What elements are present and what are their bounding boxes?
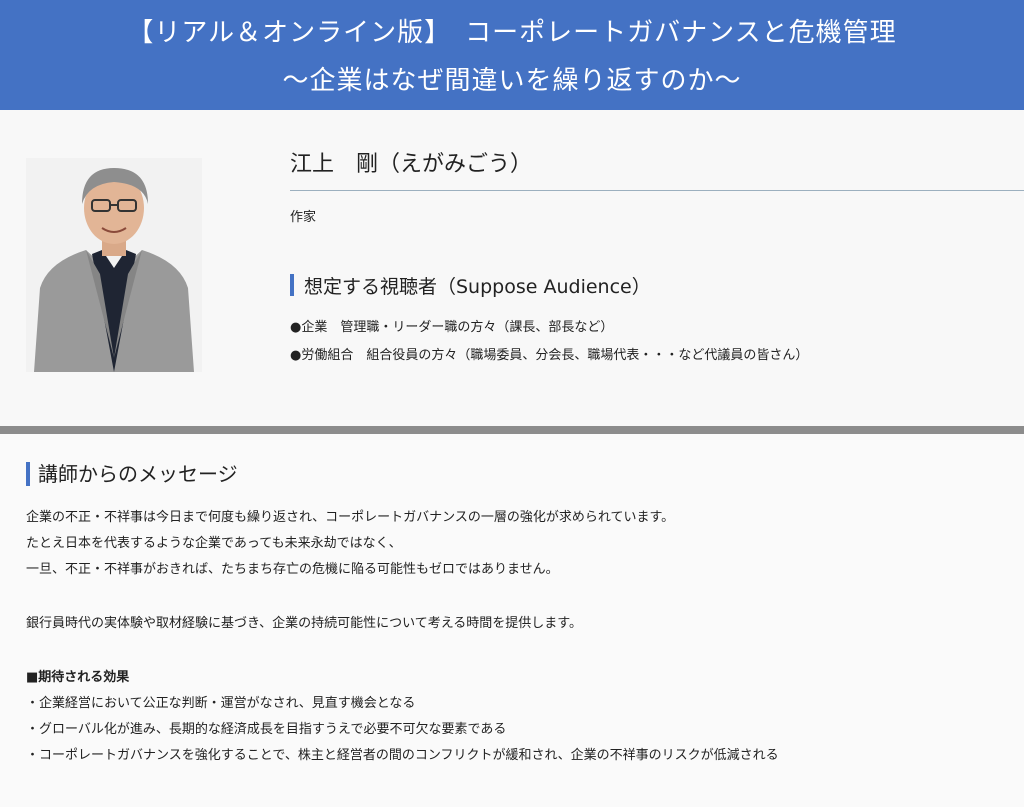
audience-heading-accent [290,274,294,296]
speaker-profile: 江上 剛（えがみごう） 作家 想定する視聴者（Suppose Audience）… [0,110,1024,426]
message-line: 企業の不正・不祥事は今日まで何度も繰り返され、コーポレートガバナンスの一層の強化… [26,510,675,525]
section-divider [0,426,1024,434]
audience-item: ●企業 管理職・リーダー職の方々（課長、部長など） [290,320,614,335]
page-title: 【リアル＆オンライン版】 コーポレートガバナンスと危機管理 [127,18,897,48]
page-subtitle: ～企業はなぜ間違いを繰り返すのか～ [282,66,742,96]
message-heading: 講師からのメッセージ [38,462,238,486]
speaker-name: 江上 剛（えがみごう） [290,152,533,177]
name-divider [290,190,1024,191]
speaker-photo [26,158,202,372]
message-heading-accent [26,462,30,486]
instructor-message: 講師からのメッセージ 企業の不正・不祥事は今日まで何度も繰り返され、コーポレート… [0,434,1024,807]
page-header: 【リアル＆オンライン版】 コーポレートガバナンスと危機管理 ～企業はなぜ間違いを… [0,0,1024,110]
effects-heading: ■期待される効果 [26,670,130,685]
effect-item: ・企業経営において公正な判断・運営がなされ、見直す機会となる [26,696,416,711]
effect-item: ・グローバル化が進み、長期的な経済成長を目指すうえで必要不可欠な要素である [26,722,507,737]
message-line: 銀行員時代の実体験や取材経験に基づき、企業の持続可能性について考える時間を提供し… [26,616,583,631]
message-line: たとえ日本を代表するような企業であっても未来永劫ではなく、 [26,536,402,551]
audience-heading: 想定する視聴者（Suppose Audience） [304,276,651,298]
speaker-occupation: 作家 [290,210,317,225]
message-line: 一旦、不正・不祥事がおきれば、たちまち存亡の危機に陥る可能性もゼロではありません… [26,562,559,577]
effect-item: ・コーポレートガバナンスを強化することで、株主と経営者の間のコンフリクトが緩和さ… [26,748,779,763]
audience-item: ●労働組合 組合役員の方々（職場委員、分会長、職場代表・・・など代議員の皆さん） [290,348,809,363]
